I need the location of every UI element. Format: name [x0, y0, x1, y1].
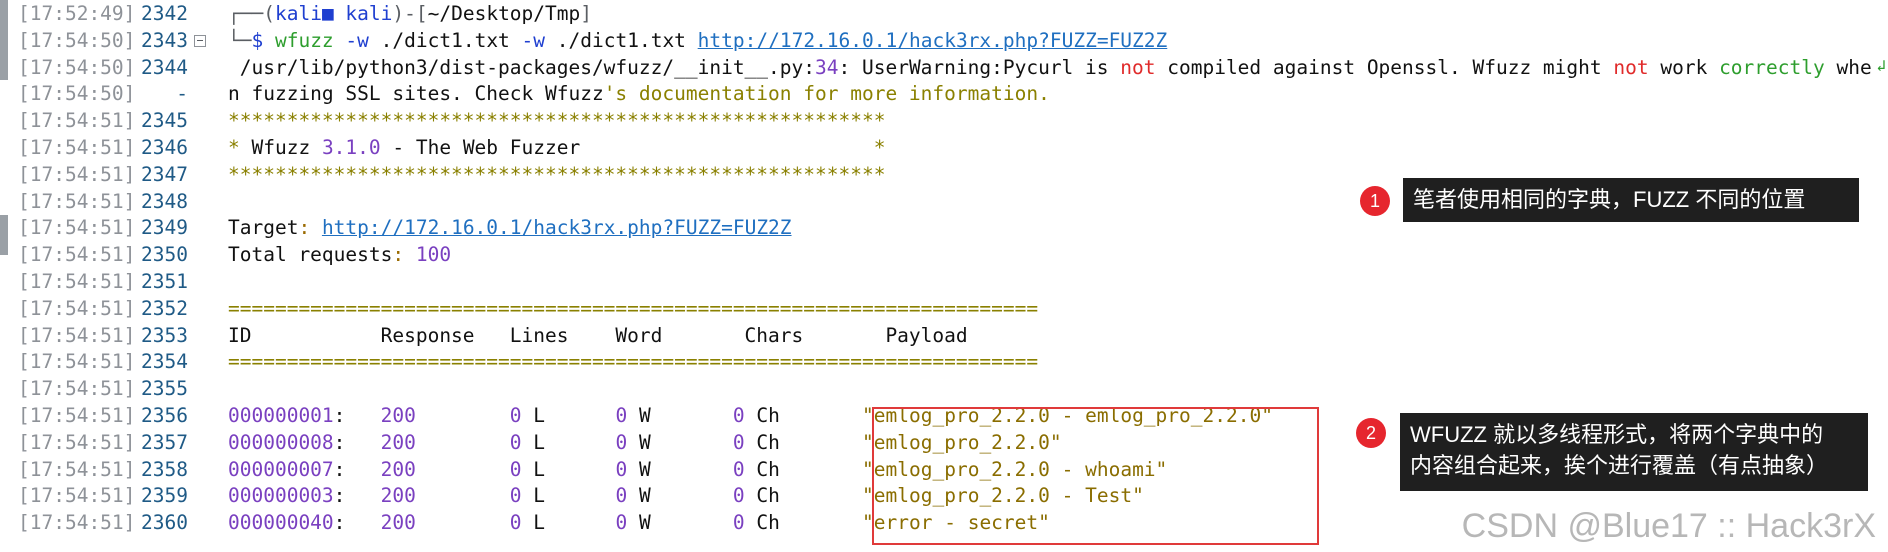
timestamp: [17:54:51] — [18, 216, 136, 240]
terminal-line: [17:54:51] 2350 Total requests: 100 — [0, 242, 1888, 269]
timestamp: [17:54:51] — [18, 243, 136, 267]
terminal-line: [17:54:51] 2345 **************************… — [0, 108, 1888, 135]
line-number: 2353 — [141, 323, 188, 347]
timestamp: [17:54:51] — [18, 109, 136, 133]
terminal-line: [17:54:51] 2352 ==========================… — [0, 296, 1888, 323]
timestamp: [17:54:51] — [18, 377, 136, 401]
line-number: 2344 — [141, 55, 188, 79]
line-content: ****************************************… — [228, 162, 886, 186]
timestamp: [17:54:51] — [18, 323, 136, 347]
line-number: 2354 — [141, 350, 188, 374]
terminal-line: [17:54:50] 2344 /usr/lib/python3/dist-pac… — [0, 55, 1888, 82]
timestamp: [17:54:51] — [18, 404, 136, 427]
line-number: 2347 — [141, 162, 188, 186]
timestamp: [17:54:51] — [18, 430, 136, 454]
terminal-line: [17:54:50] - n fuzzing SSL sites. Check Wf… — [0, 81, 1888, 108]
terminal-line: [17:54:51] 2355 — [0, 376, 1888, 403]
line-content: ID Response Lines Word Chars Payload — [228, 323, 968, 347]
timestamp: [17:54:51] — [18, 484, 136, 508]
timestamp: [17:52:49] — [18, 2, 136, 25]
line-number: 2349 — [141, 216, 188, 240]
line-content: ========================================… — [228, 296, 1039, 320]
timestamp: [17:54:51] — [18, 189, 136, 213]
line-content: ****************************************… — [228, 109, 886, 133]
line-content: n fuzzing SSL sites. Check Wfuzz's docum… — [228, 82, 1050, 106]
line-content: Total requests: 100 — [228, 243, 452, 267]
terminal-line: [17:52:49] 2342 ┌──(kali■ kali)-[~/Desktop… — [0, 1, 1888, 28]
timestamp: [17:54:51] — [18, 457, 136, 481]
line-content: ┌──(kali■ kali)-[~/Desktop/Tmp] — [228, 2, 592, 25]
line-number: 2345 — [141, 109, 188, 133]
terminal-line: [17:54:50] 2343 └─$ wfuzz -w ./dict1.txt -… — [0, 28, 1888, 55]
highlight-box — [872, 407, 1319, 545]
line-content: * Wfuzz 3.1.0 - The Web Fuzzer * — [228, 136, 886, 159]
timestamp: [17:54:51] — [18, 296, 136, 320]
terminal-line: [17:54:51] 2354 ==========================… — [0, 349, 1888, 376]
line-number: - — [176, 82, 188, 106]
terminal-line: [17:54:51] 2353 ID Response Lines Word Cha… — [0, 323, 1888, 350]
line-number: 2350 — [141, 243, 188, 267]
line-number: 2356 — [141, 404, 188, 427]
line-number: 2352 — [141, 296, 188, 320]
timestamp: [17:54:50] — [18, 28, 136, 52]
annotation-note-1: 笔者使用相同的字典，FUZZ 不同的位置 — [1403, 178, 1859, 222]
line-content: └─$ wfuzz -w ./dict1.txt -w ./dict1.txt … — [228, 28, 1168, 52]
wrap-indicator-icon: ↲ — [1876, 56, 1886, 75]
line-content: ========================================… — [228, 350, 1039, 374]
line-content: Target: http://172.16.0.1/hack3rx.php?FU… — [228, 216, 792, 240]
timestamp: [17:54:51] — [18, 162, 136, 186]
line-number: 2357 — [141, 430, 188, 454]
line-number: 2343 — [141, 28, 188, 52]
annotation-badge-1: 1 — [1360, 186, 1390, 216]
line-number: 2359 — [141, 484, 188, 508]
timestamp: [17:54:51] — [18, 511, 136, 535]
annotation-badge-2: 2 — [1356, 418, 1386, 448]
line-number: 2358 — [141, 457, 188, 481]
timestamp: [17:54:50] — [18, 55, 136, 79]
line-number: 2346 — [141, 136, 188, 159]
timestamp: [17:54:51] — [18, 350, 136, 374]
line-number: 2360 — [141, 511, 188, 535]
line-number: 2348 — [141, 189, 188, 213]
terminal-line: [17:54:51] 2346 * Wfuzz 3.1.0 - The Web Fu… — [0, 135, 1888, 162]
timestamp: [17:54:50] — [18, 82, 136, 106]
line-number: 2355 — [141, 377, 188, 401]
timestamp: [17:54:51] — [18, 136, 136, 159]
timestamp: [17:54:51] — [18, 270, 136, 293]
watermark: CSDN @Blue17 :: Hack3rX — [1461, 507, 1876, 545]
collapse-icon[interactable] — [194, 34, 206, 47]
line-content: /usr/lib/python3/dist-packages/wfuzz/__i… — [228, 55, 1872, 79]
annotation-note-2: WFUZZ 就以多线程形式，将两个字典中的 内容组合起来，挨个进行覆盖（有点抽象… — [1400, 413, 1868, 491]
line-number: 2351 — [141, 270, 188, 293]
line-number: 2342 — [141, 2, 188, 25]
terminal-line: [17:54:51] 2351 — [0, 269, 1888, 296]
